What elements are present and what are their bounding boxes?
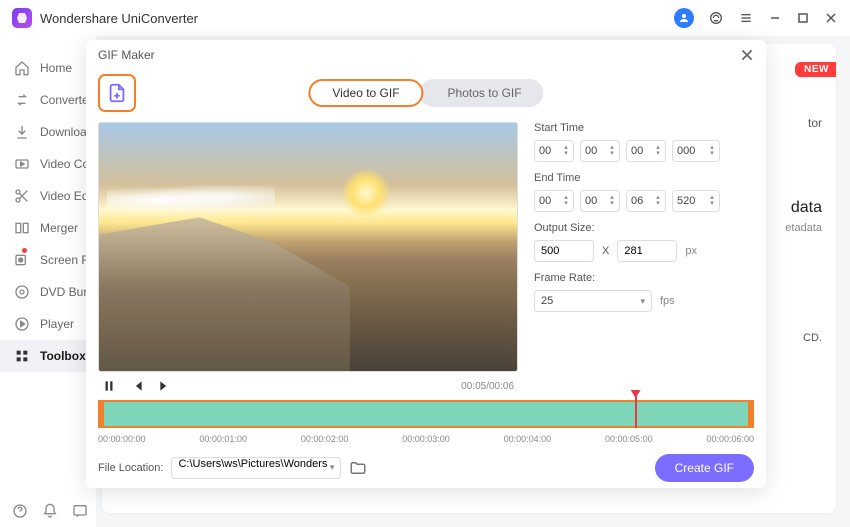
sidebar-item-toolbox[interactable]: Toolbox: [0, 340, 96, 372]
bg-text: etadata: [785, 222, 822, 234]
app-logo: [12, 8, 32, 28]
output-width-input[interactable]: [534, 240, 594, 262]
framerate-select[interactable]: 25: [534, 290, 652, 312]
sidebar-item-recorder[interactable]: Screen Recorder: [0, 244, 96, 276]
minimize-button[interactable]: [768, 11, 782, 25]
home-icon: [14, 60, 30, 76]
sidebar-item-compressor[interactable]: Video Compressor: [0, 148, 96, 180]
bg-text: tor: [808, 116, 822, 130]
scissors-icon: [14, 188, 30, 204]
start-ms-input[interactable]: 000▴▾: [672, 140, 720, 162]
file-location-select[interactable]: C:\Users\ws\Pictures\Wonders: [171, 457, 341, 479]
start-time-label: Start Time: [534, 122, 754, 134]
compressor-icon: [14, 156, 30, 172]
grid-icon: [14, 348, 30, 364]
sidebar-item-player[interactable]: Player: [0, 308, 96, 340]
titlebar: Wondershare UniConverter: [0, 0, 850, 36]
fps-unit: fps: [660, 295, 675, 307]
output-height-input[interactable]: [617, 240, 677, 262]
start-seconds-input[interactable]: 00▴▾: [626, 140, 666, 162]
pause-button[interactable]: [102, 379, 116, 393]
help-icon[interactable]: [12, 503, 28, 519]
timeline-labels: 00:00:00:00 00:00:01:00 00:00:02:00 00:0…: [98, 428, 754, 444]
sidebar-item-merger[interactable]: Merger: [0, 212, 96, 244]
menu-icon[interactable]: [738, 10, 754, 26]
user-avatar[interactable]: [674, 8, 694, 28]
support-icon[interactable]: [708, 10, 724, 26]
sidebar-label: Home: [40, 61, 72, 75]
create-gif-button[interactable]: Create GIF: [655, 454, 754, 482]
add-file-button[interactable]: [98, 74, 136, 112]
timeline-start-handle[interactable]: [98, 400, 104, 428]
next-frame-button[interactable]: [158, 379, 172, 393]
bg-text: data: [791, 199, 822, 217]
sidebar-label: Player: [40, 317, 74, 331]
gif-maker-dialog: GIF Maker Video to GIF Photos to GIF 00:…: [86, 40, 766, 488]
sidebar-label: Toolbox: [40, 349, 86, 363]
end-seconds-input[interactable]: 06▴▾: [626, 190, 666, 212]
close-button[interactable]: [824, 11, 838, 25]
video-controls: 00:05/00:06: [98, 372, 518, 396]
disc-icon: [14, 284, 30, 300]
maximize-button[interactable]: [796, 11, 810, 25]
timeline-end-handle[interactable]: [748, 400, 754, 428]
sidebar: Home Converter Downloader Video Compress…: [0, 36, 96, 527]
converter-icon: [14, 92, 30, 108]
new-badge: NEW: [795, 62, 836, 77]
sidebar-item-dvd[interactable]: DVD Burner: [0, 276, 96, 308]
recorder-icon: [14, 252, 30, 268]
bg-text: CD.: [803, 332, 822, 344]
file-location-label: File Location:: [98, 462, 163, 474]
sidebar-item-converter[interactable]: Converter: [0, 84, 96, 116]
video-time: 00:05/00:06: [461, 381, 514, 392]
sidebar-item-downloader[interactable]: Downloader: [0, 116, 96, 148]
tab-video-to-gif[interactable]: Video to GIF: [308, 79, 423, 107]
prev-frame-button[interactable]: [130, 379, 144, 393]
timeline-playhead[interactable]: [635, 394, 637, 428]
start-hours-input[interactable]: 00▴▾: [534, 140, 574, 162]
end-ms-input[interactable]: 520▴▾: [672, 190, 720, 212]
output-size-label: Output Size:: [534, 222, 754, 234]
tab-photos-to-gif[interactable]: Photos to GIF: [420, 79, 544, 107]
start-minutes-input[interactable]: 00▴▾: [580, 140, 620, 162]
sidebar-label: Merger: [40, 221, 78, 235]
bottom-icons: [12, 503, 88, 519]
end-hours-input[interactable]: 00▴▾: [534, 190, 574, 212]
end-minutes-input[interactable]: 00▴▾: [580, 190, 620, 212]
timeline[interactable]: [98, 400, 754, 428]
play-icon: [14, 316, 30, 332]
video-preview[interactable]: [98, 122, 518, 372]
app-title: Wondershare UniConverter: [40, 11, 198, 26]
size-x: X: [602, 245, 609, 257]
sidebar-item-editor[interactable]: Video Editor: [0, 180, 96, 212]
sidebar-item-home[interactable]: Home: [0, 52, 96, 84]
open-folder-button[interactable]: [349, 459, 367, 477]
merger-icon: [14, 220, 30, 236]
dialog-title: GIF Maker: [98, 48, 155, 62]
dialog-close-icon[interactable]: [740, 48, 754, 62]
sidebar-label: Converter: [40, 93, 93, 107]
download-icon: [14, 124, 30, 140]
bell-icon[interactable]: [42, 503, 58, 519]
feedback-icon[interactable]: [72, 503, 88, 519]
tab-group: Video to GIF Photos to GIF: [308, 79, 543, 107]
framerate-label: Frame Rate:: [534, 272, 754, 284]
recorder-dot: [22, 248, 27, 253]
end-time-label: End Time: [534, 172, 754, 184]
px-unit: px: [685, 245, 697, 257]
